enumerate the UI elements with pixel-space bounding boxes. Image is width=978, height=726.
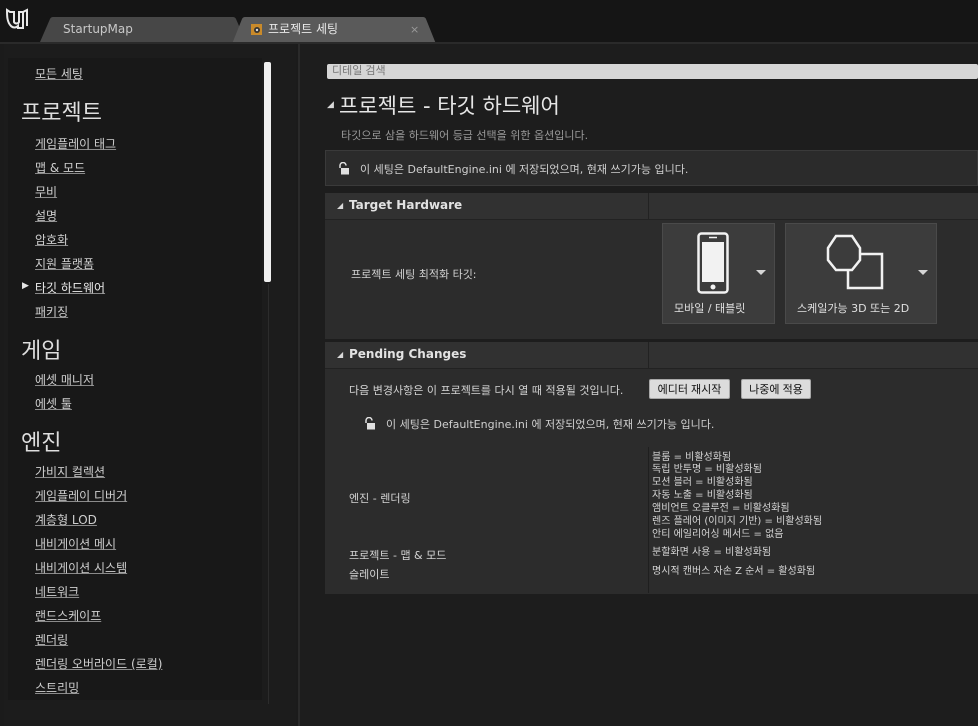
settings-gear-icon bbox=[251, 24, 262, 35]
platform-dropdown[interactable]: 모바일 / 태블릿 bbox=[662, 223, 775, 324]
unlocked-icon bbox=[339, 162, 349, 175]
section-title: Target Hardware bbox=[349, 198, 463, 212]
category-project: 프로젝트 bbox=[21, 101, 102, 126]
sidebar-scrollbar-thumb[interactable] bbox=[264, 62, 271, 282]
sidebar-item-supported-platforms[interactable]: 지원 플랫폼 bbox=[35, 255, 94, 272]
collapse-arrow-icon[interactable]: ◢ bbox=[337, 350, 343, 359]
tab-project-settings[interactable]: 프로젝트 세팅 × bbox=[232, 17, 436, 44]
pending-row-value: 독립 반투명 = 비활성화됨 bbox=[652, 464, 762, 475]
sidebar-item-target-hardware[interactable]: 타깃 하드웨어 bbox=[35, 279, 105, 296]
pending-row-value: 자동 노출 = 비활성화됨 bbox=[652, 490, 753, 501]
tab-label: 프로젝트 세팅 bbox=[268, 22, 339, 36]
pending-notice-text: 이 세팅은 DefaultEngine.ini 에 저장되었으며, 현재 쓰기가… bbox=[386, 418, 715, 431]
pending-row-label: 프로젝트 - 맵 & 모드 bbox=[349, 549, 447, 562]
close-tab-icon[interactable]: × bbox=[410, 17, 419, 42]
column-separator bbox=[648, 447, 649, 593]
sidebar-item-gameplay-tags[interactable]: 게임플레이 태그 bbox=[35, 135, 116, 152]
section-title: Pending Changes bbox=[349, 347, 467, 361]
collapse-arrow-icon[interactable]: ◢ bbox=[327, 100, 334, 110]
pending-row-value: 모션 블러 = 비활성화됨 bbox=[652, 477, 753, 488]
collapse-arrow-icon[interactable]: ◢ bbox=[337, 201, 343, 210]
sidebar-item-movies[interactable]: 무비 bbox=[35, 183, 57, 200]
config-notice: 이 세팅은 DefaultEngine.ini 에 저장되었으며, 현재 쓰기가… bbox=[325, 150, 978, 186]
section-header[interactable]: ◢ Target Hardware bbox=[325, 193, 978, 220]
sidebar-item-gameplay-debugger[interactable]: 게임플레이 디버거 bbox=[35, 487, 127, 504]
sidebar-item-garbage-collection[interactable]: 가비지 컬렉션 bbox=[35, 463, 105, 480]
mobile-phone-icon bbox=[697, 232, 729, 294]
sidebar-all-settings[interactable]: 모든 세팅 bbox=[35, 65, 83, 82]
details-search-input[interactable] bbox=[327, 64, 978, 79]
pending-row-value: 안티 에일리어싱 메서드 = 없음 bbox=[652, 529, 784, 540]
sidebar-item-packaging[interactable]: 패키징 bbox=[35, 303, 68, 320]
pending-row-value: 앰비언트 오클루전 = 비활성화됨 bbox=[652, 503, 790, 514]
graphics-option-label: 스케일가능 3D 또는 2D bbox=[797, 302, 910, 315]
sidebar-scrollbar-track[interactable] bbox=[268, 284, 269, 704]
platform-option-label: 모바일 / 태블릿 bbox=[674, 302, 746, 315]
pending-message: 다음 변경사항은 이 프로젝트를 다시 열 때 적용될 것입니다. bbox=[349, 384, 624, 397]
sidebar-item-asset-manager[interactable]: 에셋 매니저 bbox=[35, 371, 94, 388]
category-game: 게임 bbox=[21, 339, 62, 364]
sidebar-item-rendering[interactable]: 렌더링 bbox=[35, 631, 68, 648]
pending-row-value: 명시적 캔버스 자손 Z 순서 = 활성화됨 bbox=[652, 566, 816, 577]
sidebar-item-rendering-overrides[interactable]: 렌더링 오버라이드 (로컬) bbox=[35, 655, 162, 672]
sidebar-item-network[interactable]: 네트워크 bbox=[35, 583, 79, 600]
sidebar-item-crypto[interactable]: 암호화 bbox=[35, 231, 68, 248]
column-separator bbox=[648, 193, 649, 219]
sidebar-item-nav-system[interactable]: 내비게이션 시스템 bbox=[35, 559, 127, 576]
sidebar-item-landscape[interactable]: 랜드스케이프 bbox=[35, 607, 101, 624]
apply-later-button[interactable]: 나중에 적용 bbox=[741, 379, 811, 399]
sidebar-item-hlod[interactable]: 계층형 LOD bbox=[35, 511, 97, 528]
restart-editor-button[interactable]: 에디터 재시작 bbox=[649, 379, 730, 399]
page-title: 프로젝트 - 타깃 하드웨어 bbox=[339, 94, 560, 118]
chevron-down-icon bbox=[756, 270, 766, 275]
pending-row-label: 엔진 - 렌더링 bbox=[349, 492, 411, 505]
category-engine: 엔진 bbox=[21, 431, 62, 456]
sidebar-item-navmesh[interactable]: 내비게이션 메시 bbox=[35, 535, 116, 552]
pending-row-value: 렌즈 플레어 (이미지 기반) = 비활성화됨 bbox=[652, 516, 823, 527]
unlocked-icon bbox=[365, 417, 375, 430]
tab-startupmap[interactable]: StartupMap bbox=[40, 17, 246, 42]
sidebar-item-streaming[interactable]: 스트리밍 bbox=[35, 679, 79, 696]
pending-row-value: 분할화면 사용 = 비활성화됨 bbox=[652, 547, 772, 558]
sidebar-item-maps-modes[interactable]: 맵 & 모드 bbox=[35, 159, 85, 176]
pending-row-value: 블룸 = 비활성화됨 bbox=[652, 452, 732, 463]
title-bar: StartupMap 프로젝트 세팅 × bbox=[0, 0, 978, 44]
graphics-level-dropdown[interactable]: 스케일가능 3D 또는 2D bbox=[785, 223, 937, 324]
column-separator bbox=[648, 342, 649, 368]
page-description: 타깃으로 삼을 하드웨어 등급 선택을 위한 옵션입니다. bbox=[341, 129, 589, 142]
sidebar-item-asset-tools[interactable]: 에셋 툴 bbox=[35, 395, 72, 412]
selected-arrow-icon: ▶ bbox=[22, 281, 29, 291]
pending-row-label: 슬레이트 bbox=[349, 568, 390, 581]
unreal-logo-icon[interactable] bbox=[4, 6, 30, 32]
scalable-shapes-icon bbox=[826, 234, 884, 290]
sidebar-item-description[interactable]: 설명 bbox=[35, 207, 57, 224]
optimize-target-label: 프로젝트 세팅 최적화 타깃: bbox=[351, 268, 477, 281]
chevron-down-icon bbox=[918, 270, 928, 275]
tab-label: StartupMap bbox=[63, 22, 133, 36]
section-header[interactable]: ◢ Pending Changes bbox=[325, 342, 978, 369]
config-notice-text: 이 세팅은 DefaultEngine.ini 에 저장되었으며, 현재 쓰기가… bbox=[360, 163, 689, 176]
